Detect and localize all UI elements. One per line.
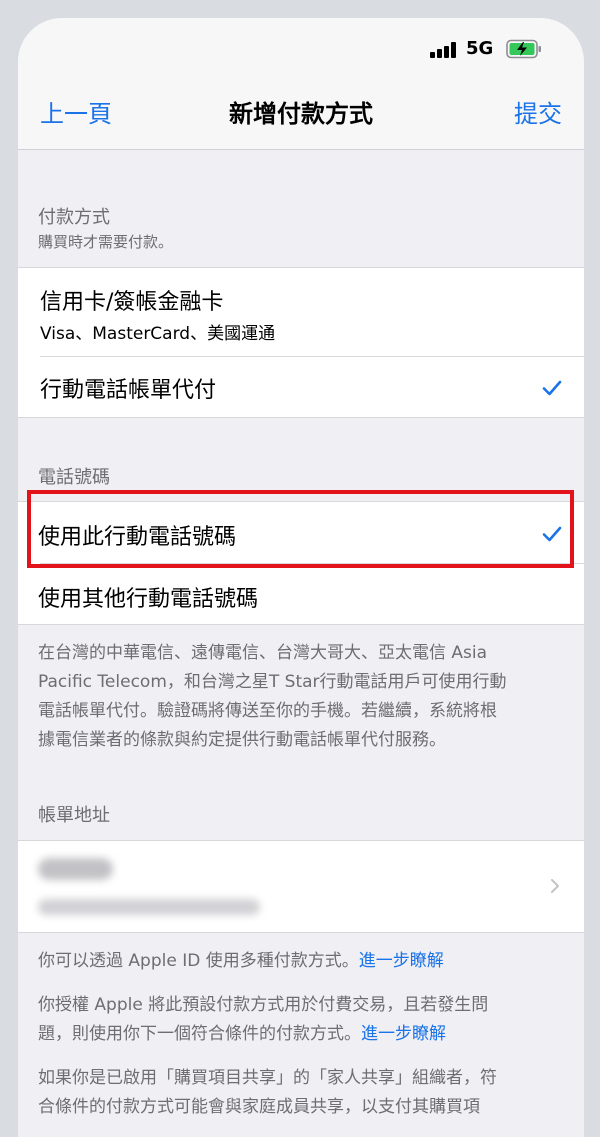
note-line: 合條件的付款方式可能會與家庭成員共享，以支付其購買項 <box>38 1097 480 1117</box>
footnote-line: 據電信業者的條款與約定提供行動電話帳單代付服務。 <box>38 730 446 750</box>
billing-name-redacted <box>38 858 113 880</box>
note-authorization: 你授權 Apple 將此預設付款方式用於付費交易，且若發生問 題，則使用你下一個… <box>38 991 568 1049</box>
phone-frame: 5G 上一頁 新增付款方式 提交 付款方式 購買時才需要付款。 信用卡/簽帳金融… <box>0 0 600 1137</box>
submit-button[interactable]: 提交 <box>514 94 562 129</box>
note-line: 你授權 Apple 將此預設付款方式用於付費交易，且若發生問 <box>38 995 489 1015</box>
option-title: 行動電話帳單代付 <box>40 378 217 403</box>
footnote-line: 電話帳單代付。驗證碼將傳送至你的手機。若繼續，系統將根 <box>38 701 497 721</box>
note-text: 你可以透過 Apple ID 使用多種付款方式。 <box>38 951 359 971</box>
chevron-right-icon <box>551 879 559 893</box>
status-bar: 5G <box>18 18 584 76</box>
checkmark-icon <box>542 380 562 396</box>
footnote-line: Pacific Telecom，和台灣之星T Star行動電話用戶可使用行動 <box>38 672 507 692</box>
navigation-bar: 上一頁 新增付款方式 提交 <box>18 76 584 150</box>
note-line: 如果你是已啟用「購買項目共享」的「家人共享」組織者，符 <box>38 1068 497 1088</box>
option-subtitle: Visa、MasterCard、美國運通 <box>40 324 276 344</box>
battery-charging-icon <box>506 39 541 59</box>
option-title: 使用其他行動電話號碼 <box>38 587 259 612</box>
payment-method-subheader: 購買時才需要付款。 <box>38 233 174 251</box>
learn-more-link[interactable]: 進一步瞭解 <box>361 1024 446 1044</box>
payment-method-list: 信用卡/簽帳金融卡 Visa、MasterCard、美國運通 行動電話帳單代付 <box>18 267 584 418</box>
highlight-box <box>27 490 574 568</box>
note-multiple-methods: 你可以透過 Apple ID 使用多種付款方式。進一步瞭解 <box>38 947 568 976</box>
footnote-line: 在台灣的中華電信、遠傳電信、台灣大哥大、亞太電信 Asia <box>38 643 488 663</box>
payment-method-header: 付款方式 <box>38 207 110 228</box>
option-credit-card[interactable]: 信用卡/簽帳金融卡 Visa、MasterCard、美國運通 <box>18 268 584 356</box>
phone-number-header: 電話號碼 <box>38 467 110 488</box>
network-type: 5G <box>466 38 494 59</box>
learn-more-link[interactable]: 進一步瞭解 <box>359 951 444 971</box>
billing-address-header: 帳單地址 <box>38 805 110 826</box>
page-title: 新增付款方式 <box>229 100 373 128</box>
billing-address-redacted <box>38 899 260 915</box>
note-family-sharing: 如果你是已啟用「購買項目共享」的「家人共享」組織者，符 合條件的付款方式可能會與… <box>38 1064 568 1122</box>
billing-address-row[interactable] <box>18 840 584 933</box>
signal-icon <box>430 42 460 58</box>
screen: 5G 上一頁 新增付款方式 提交 付款方式 購買時才需要付款。 信用卡/簽帳金融… <box>18 18 584 1137</box>
option-title: 信用卡/簽帳金融卡 <box>40 290 224 315</box>
option-carrier-billing[interactable]: 行動電話帳單代付 <box>18 357 584 418</box>
note-line: 題，則使用你下一個符合條件的付款方式。 <box>38 1024 361 1044</box>
option-other-number[interactable]: 使用其他行動電話號碼 <box>18 564 584 625</box>
carrier-billing-footnote: 在台灣的中華電信、遠傳電信、台灣大哥大、亞太電信 Asia Pacific Te… <box>38 639 568 755</box>
